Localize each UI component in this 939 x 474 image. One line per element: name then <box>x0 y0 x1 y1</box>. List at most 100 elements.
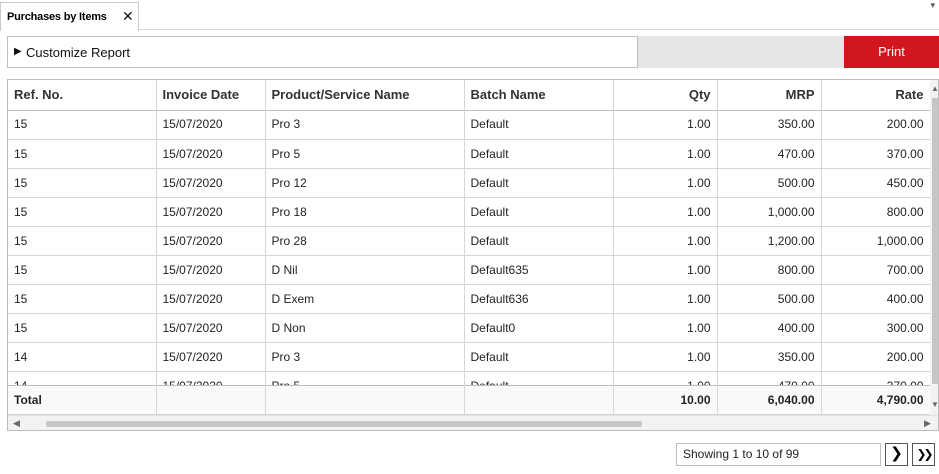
cell-ref-no: 14 <box>8 342 157 372</box>
cell-invoice-date: 15/07/2020 <box>156 110 266 140</box>
col-qty[interactable]: Qty <box>613 80 718 111</box>
horizontal-scrollbar[interactable]: ◀ ▶ <box>8 415 938 430</box>
total-empty <box>265 385 465 415</box>
cell-rate: 300.00 <box>821 313 930 343</box>
cell-batch-name: Default <box>464 139 614 169</box>
next-page-button[interactable]: ❯ <box>885 443 908 466</box>
total-label: Total <box>8 385 157 415</box>
cell-mrp: 350.00 <box>717 110 822 140</box>
rows-viewport: 15 15/07/2020 Pro 3 Default 1.00 350.00 200.00… <box>8 110 930 385</box>
cell-invoice-date: 15/07/2020 <box>156 226 266 256</box>
cell-qty: 1.00 <box>613 139 718 169</box>
cell-invoice-date: 15/07/2020 <box>156 197 266 227</box>
cell-product-name: Pro 12 <box>265 168 465 198</box>
table-row[interactable]: 15 15/07/2020 D Non Default0 1.00 400.00 300.0… <box>8 313 930 343</box>
col-ref-no[interactable]: Ref. No. <box>8 80 157 111</box>
cell-batch-name: Default <box>464 226 614 256</box>
cell-batch-name: Default <box>464 110 614 140</box>
cell-product-name: D Exem <box>265 284 465 314</box>
table-row[interactable]: 15 15/07/2020 D Exem Default636 1.00 500.00 40… <box>8 284 930 314</box>
cell-batch-name: Default <box>464 197 614 227</box>
col-batch-name[interactable]: Batch Name <box>464 80 614 111</box>
cell-ref-no: 15 <box>8 226 157 256</box>
scroll-right-icon[interactable]: ▶ <box>924 418 931 429</box>
tab-purchases-by-items[interactable]: Purchases by Items ✕ <box>0 2 139 31</box>
cell-mrp: 500.00 <box>717 168 822 198</box>
cell-ref-no: 15 <box>8 255 157 285</box>
total-rate: 4,790.00 <box>821 385 931 415</box>
cell-product-name: Pro 3 <box>265 342 465 372</box>
cell-ref-no: 15 <box>8 197 157 227</box>
table-row[interactable]: 15 15/07/2020 D Nil Default635 1.00 800.00 700… <box>8 255 930 285</box>
cell-batch-name: Default636 <box>464 284 614 314</box>
pager-info: Showing 1 to 10 of 99 <box>676 443 881 466</box>
grid-body: 15 15/07/2020 Pro 3 Default 1.00 350.00 200.00… <box>8 110 930 385</box>
cell-invoice-date: 15/07/2020 <box>156 284 266 314</box>
cell-batch-name: Default0 <box>464 313 614 343</box>
cell-product-name: Pro 3 <box>265 110 465 140</box>
cell-invoice-date: 15/07/2020 <box>156 342 266 372</box>
cell-invoice-date: 15/07/2020 <box>156 371 266 385</box>
expand-arrow-icon: ▶ <box>14 46 22 57</box>
table-row[interactable]: 15 15/07/2020 Pro 28 Default 1.00 1,200.00 1,0… <box>8 226 930 256</box>
table-row[interactable]: 15 15/07/2020 Pro 12 Default 1.00 500.00 450.0… <box>8 168 930 198</box>
cell-product-name: D Non <box>265 313 465 343</box>
horizontal-scroll-thumb[interactable] <box>46 421 642 427</box>
col-product-name[interactable]: Product/Service Name <box>265 80 465 111</box>
table-row[interactable]: 15 15/07/2020 Pro 18 Default 1.00 1,000.00 800… <box>8 197 930 227</box>
close-icon[interactable]: ✕ <box>122 8 134 25</box>
purchases-grid: Ref. No. Invoice Date Product/Service Na… <box>7 79 939 431</box>
last-page-button[interactable]: ❯❯ <box>912 443 935 466</box>
tab-strip: Purchases by Items ✕ ▾ <box>0 0 939 31</box>
cell-mrp: 1,000.00 <box>717 197 822 227</box>
total-empty <box>464 385 614 415</box>
total-mrp: 6,040.00 <box>717 385 822 415</box>
dropdown-caret-icon[interactable]: ▾ <box>930 0 935 11</box>
table-row[interactable]: 15 15/07/2020 Pro 5 Default 1.00 470.00 370.00 <box>8 139 930 169</box>
cell-qty: 1.00 <box>613 197 718 227</box>
cell-ref-no: 14 <box>8 371 157 385</box>
cell-product-name: Pro 18 <box>265 197 465 227</box>
cell-qty: 1.00 <box>613 168 718 198</box>
cell-ref-no: 15 <box>8 313 157 343</box>
cell-rate: 700.00 <box>821 255 930 285</box>
cell-product-name: D Nil <box>265 255 465 285</box>
cell-invoice-date: 15/07/2020 <box>156 139 266 169</box>
col-rate[interactable]: Rate <box>821 80 931 111</box>
cell-qty: 1.00 <box>613 255 718 285</box>
grid-header: Ref. No. Invoice Date Product/Service Na… <box>8 80 931 111</box>
cell-mrp: 350.00 <box>717 342 822 372</box>
col-mrp[interactable]: MRP <box>717 80 822 111</box>
vertical-scrollbar[interactable]: ▲ ▼ <box>930 80 938 415</box>
tab-title: Purchases by Items <box>7 11 107 23</box>
cell-qty: 1.00 <box>613 226 718 256</box>
scroll-left-icon[interactable]: ◀ <box>13 418 20 429</box>
scroll-down-icon[interactable]: ▼ <box>931 400 938 409</box>
cell-invoice-date: 15/07/2020 <box>156 313 266 343</box>
customize-report-label: Customize Report <box>26 45 131 60</box>
cell-ref-no: 15 <box>8 110 157 140</box>
table-row[interactable]: 14 15/07/2020 Pro 3 Default 1.00 350.00 200.00 <box>8 342 930 372</box>
customize-report-toggle[interactable]: ▶ Customize Report <box>7 36 638 68</box>
toolbar-spacer <box>638 36 844 68</box>
cell-qty: 1.00 <box>613 371 718 385</box>
header-row: Ref. No. Invoice Date Product/Service Na… <box>8 80 931 111</box>
vertical-scroll-thumb[interactable] <box>932 98 938 384</box>
cell-ref-no: 15 <box>8 168 157 198</box>
table-row[interactable]: 1415/07/2020Pro 5Default1.00470.00370.00 <box>8 371 930 385</box>
cell-qty: 1.00 <box>613 110 718 140</box>
cell-mrp: 800.00 <box>717 255 822 285</box>
table-row[interactable]: 15 15/07/2020 Pro 3 Default 1.00 350.00 200.00 <box>8 110 930 140</box>
cell-batch-name: Default <box>464 168 614 198</box>
cell-invoice-date: 15/07/2020 <box>156 255 266 285</box>
cell-qty: 1.00 <box>613 284 718 314</box>
cell-batch-name: Default <box>464 371 614 385</box>
col-invoice-date[interactable]: Invoice Date <box>156 80 266 111</box>
cell-batch-name: Default635 <box>464 255 614 285</box>
cell-product-name: Pro 5 <box>265 139 465 169</box>
cell-rate: 400.00 <box>821 284 930 314</box>
cell-rate: 1,000.00 <box>821 226 930 256</box>
cell-ref-no: 15 <box>8 284 157 314</box>
scroll-up-icon[interactable]: ▲ <box>931 84 938 93</box>
print-button[interactable]: Print <box>844 36 939 68</box>
